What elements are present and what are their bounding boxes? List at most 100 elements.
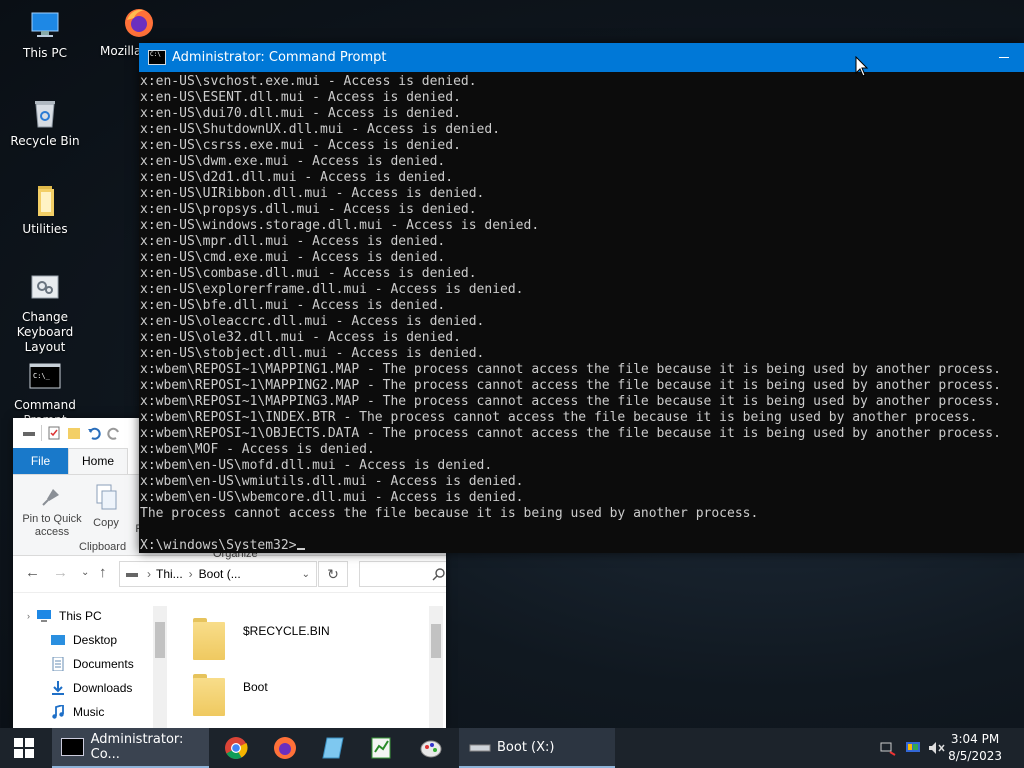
mouse-pointer-icon: [855, 56, 869, 77]
nav-pane-scrollbar[interactable]: [153, 606, 167, 728]
file-name: $RECYCLE.BIN: [243, 624, 330, 638]
speaker-muted-icon[interactable]: [928, 740, 945, 756]
properties-icon[interactable]: [46, 425, 62, 441]
display-settings-icon[interactable]: [905, 740, 921, 756]
taskbar-chart-app[interactable]: [358, 728, 404, 768]
desktop-icon-utilities[interactable]: Utilities: [0, 184, 90, 237]
desktop-icon-recycle-bin[interactable]: Recycle Bin: [0, 96, 90, 149]
cmd-output-line: x:en-US\combase.dll.mui - Access is deni…: [140, 266, 477, 281]
cmd-output-line: x:en-US\csrss.exe.mui - Access is denied…: [140, 138, 461, 153]
cmd-output-line: x:wbem\MOF - Access is denied.: [140, 442, 375, 457]
cmd-output-line: x:en-US\UIRibbon.dll.mui - Access is den…: [140, 186, 485, 201]
text-cursor: [296, 548, 305, 550]
cmd-prompt-line[interactable]: X:\windows\System32>: [140, 538, 1024, 551]
nav-item-documents[interactable]: Documents: [13, 652, 169, 676]
tab-file[interactable]: File: [13, 448, 68, 474]
address-segment-boot[interactable]: Boot (...: [199, 567, 241, 581]
taskbar-notepad-app[interactable]: [310, 728, 356, 768]
start-button[interactable]: [0, 728, 48, 768]
pin-to-quick-access-button[interactable]: Pin to Quick access: [19, 483, 85, 539]
cmd-output-line: x:en-US\propsys.dll.mui - Access is deni…: [140, 202, 477, 217]
command-prompt-window[interactable]: Administrator: Command Prompt x:en-US\sv…: [139, 43, 1024, 553]
computer-icon: [36, 609, 52, 623]
cmd-icon: [148, 50, 166, 65]
scrollbar-thumb[interactable]: [431, 624, 441, 658]
minimize-button[interactable]: [990, 47, 1016, 67]
nav-item-music[interactable]: Music: [13, 700, 169, 724]
cmd-output-line: x:wbem\REPOSI~1\MAPPING1.MAP - The proce…: [140, 362, 1001, 377]
file-list-scrollbar[interactable]: [429, 606, 443, 728]
cmd-prompt: X:\windows\System32>: [140, 538, 297, 551]
folder-icon: [193, 674, 225, 716]
computer-icon: [28, 8, 62, 42]
desktop-folder-icon: [50, 633, 66, 647]
drive-icon: [126, 573, 138, 577]
downloads-icon: [50, 681, 66, 695]
nav-item-label: Desktop: [73, 633, 118, 647]
address-bar[interactable]: › Thi... › Boot (... ⌄: [119, 561, 317, 587]
search-input[interactable]: [359, 561, 446, 587]
file-item-recycle-bin[interactable]: $RECYCLE.BIN: [193, 618, 330, 660]
expand-chevron-icon[interactable]: ›: [27, 611, 30, 621]
cmd-output-line: The process cannot access the file becau…: [140, 506, 759, 521]
taskbar-cmd-label: Administrator: Co...: [90, 732, 184, 762]
recent-chevron-icon[interactable]: ⌄: [81, 567, 89, 578]
nav-item-this-pc[interactable]: › This PC: [13, 604, 169, 628]
cmd-output[interactable]: x:en-US\svchost.exe.mui - Access is deni…: [139, 72, 1024, 551]
back-arrow-icon[interactable]: ←: [25, 564, 40, 581]
chart-document-icon: [371, 737, 391, 759]
address-dropdown-icon[interactable]: ⌄: [302, 569, 310, 580]
cmd-titlebar[interactable]: Administrator: Command Prompt: [139, 43, 1024, 72]
pin-icon: [42, 489, 59, 506]
taskbar-paint-app[interactable]: [408, 728, 454, 768]
file-item-boot[interactable]: Boot: [193, 674, 268, 716]
copy-button[interactable]: Copy: [89, 483, 123, 530]
tray-clock[interactable]: 3:04 PM 8/5/2023: [948, 731, 1002, 765]
cmd-output-line: x:en-US\ole32.dll.mui - Access is denied…: [140, 330, 461, 345]
address-segment-this-pc[interactable]: Thi...: [156, 567, 183, 581]
forward-arrow-icon[interactable]: →: [53, 564, 68, 581]
nav-item-downloads[interactable]: Downloads: [13, 676, 169, 700]
clock-date: 8/5/2023: [948, 749, 1002, 763]
desktop-icon-this-pc[interactable]: This PC: [0, 8, 90, 61]
pin-label: Pin to Quick access: [22, 513, 82, 538]
copy-icon: [96, 484, 117, 510]
cmd-output-line: x:wbem\en-US\wbemcore.dll.mui - Access i…: [140, 490, 524, 505]
svg-text:C:\_: C:\_: [33, 372, 51, 380]
network-icon[interactable]: [880, 740, 896, 756]
desktop-icon-label: Recycle Bin: [10, 134, 80, 148]
nav-item-label: Music: [73, 705, 105, 719]
music-icon: [50, 703, 66, 719]
cmd-output-lines: x:en-US\svchost.exe.mui - Access is deni…: [140, 74, 1024, 522]
navigation-pane: › This PC Desktop Documents Downloads Mu…: [13, 604, 169, 729]
cmd-output-line: x:wbem\REPOSI~1\MAPPING2.MAP - The proce…: [140, 378, 1001, 393]
refresh-icon: ↻: [327, 566, 339, 582]
cmd-output-line: x:wbem\REPOSI~1\OBJECTS.DATA - The proce…: [140, 426, 1001, 441]
drive-icon: [469, 744, 491, 752]
keyboard-settings-icon: [28, 272, 62, 306]
drive-icon[interactable]: [21, 425, 37, 441]
cmd-output-line: x:en-US\d2d1.dll.mui - Access is denied.: [140, 170, 454, 185]
taskbar-firefox[interactable]: [262, 728, 308, 768]
nav-item-label: This PC: [59, 609, 102, 623]
redo-icon[interactable]: [106, 425, 122, 441]
tab-home[interactable]: Home: [68, 448, 128, 474]
undo-icon[interactable]: [86, 425, 102, 441]
scrollbar-thumb[interactable]: [155, 622, 165, 658]
taskbar-cmd-window[interactable]: Administrator: Co...: [52, 728, 209, 768]
cmd-output-line: x:wbem\en-US\wmiutils.dll.mui - Access i…: [140, 474, 524, 489]
new-folder-icon[interactable]: [66, 425, 82, 441]
address-separator: ›: [147, 567, 151, 581]
cmd-icon: [61, 738, 84, 756]
taskbar-explorer-window[interactable]: Boot (X:): [459, 728, 615, 768]
up-arrow-icon[interactable]: ↑: [99, 564, 107, 581]
cmd-output-line: x:en-US\bfe.dll.mui - Access is denied.: [140, 298, 446, 313]
desktop-icon-label: This PC: [23, 46, 67, 60]
refresh-button[interactable]: ↻: [318, 561, 348, 587]
cmd-output-line: x:wbem\en-US\mofd.dll.mui - Access is de…: [140, 458, 493, 473]
nav-item-desktop[interactable]: Desktop: [13, 628, 169, 652]
cmd-output-line: x:en-US\oleaccrc.dll.mui - Access is den…: [140, 314, 485, 329]
cmd-output-line: x:wbem\REPOSI~1\MAPPING3.MAP - The proce…: [140, 394, 1001, 409]
taskbar-chrome[interactable]: [213, 728, 259, 768]
desktop-icon-change-keyboard-layout[interactable]: Change Keyboard Layout: [0, 272, 90, 355]
